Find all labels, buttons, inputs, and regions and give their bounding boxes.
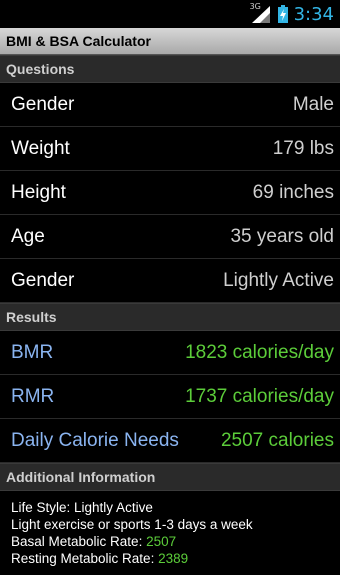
resting-rate-label: Resting Metabolic Rate: (11, 551, 159, 566)
basal-rate-line: Basal Metabolic Rate: 2507 (11, 533, 329, 550)
question-value: Lightly Active (223, 269, 334, 291)
question-label: Gender (11, 93, 75, 115)
basal-rate-value: 2507 (146, 534, 177, 549)
result-value: 1737 calories/day (185, 385, 334, 407)
results-header: Results (0, 303, 340, 331)
question-value: 179 lbs (272, 137, 334, 159)
result-value: 2507 calories (220, 429, 334, 451)
resting-rate-line: Resting Metabolic Rate: 2389 (11, 550, 329, 567)
clock: 3:34 (293, 3, 334, 25)
status-icons: 3G 3:34 (250, 2, 334, 26)
question-value: Male (292, 93, 334, 115)
questions-header-label: Questions (6, 61, 75, 77)
result-row-bmr: BMR 1823 calories/day (0, 331, 340, 375)
question-row-height[interactable]: Height 69 inches (0, 171, 340, 215)
result-label: Daily Calorie Needs (11, 429, 179, 451)
question-label: Gender (11, 269, 75, 291)
question-row-age[interactable]: Age 35 years old (0, 215, 340, 259)
lifestyle-text: Life Style: Lightly Active (11, 500, 153, 515)
question-row-weight[interactable]: Weight 179 lbs (0, 127, 340, 171)
signal-icon: 3G (249, 2, 272, 24)
result-row-rmr: RMR 1737 calories/day (0, 375, 340, 419)
question-label: Age (11, 225, 45, 247)
additional-info-header: Additional Information (0, 463, 340, 491)
result-row-daily-calories: Daily Calorie Needs 2507 calories (0, 419, 340, 463)
question-row-gender[interactable]: Gender Male (0, 83, 340, 127)
result-label: BMR (11, 341, 54, 363)
question-value: 35 years old (230, 225, 334, 247)
question-row-activity[interactable]: Gender Lightly Active (0, 259, 340, 303)
additional-info-body: Life Style: Lightly Active Light exercis… (0, 491, 340, 575)
question-label: Weight (11, 137, 70, 159)
network-type: 3G (249, 2, 261, 11)
question-value: 69 inches (252, 181, 334, 203)
resting-rate-value: 2389 (158, 551, 189, 566)
battery-icon (277, 5, 288, 23)
exercise-text: Light exercise or sports 1-3 days a week (11, 517, 253, 532)
result-value: 1823 calories/day (185, 341, 334, 363)
app-title: BMI & BSA Calculator (6, 33, 151, 49)
basal-rate-label: Basal Metabolic Rate: (11, 534, 147, 549)
questions-header: Questions (0, 55, 340, 83)
app-title-bar: BMI & BSA Calculator (0, 28, 340, 55)
results-header-label: Results (6, 309, 57, 325)
additional-info-header-label: Additional Information (6, 469, 156, 485)
result-label: RMR (11, 385, 55, 407)
question-label: Height (11, 181, 66, 203)
status-bar: 3G 3:34 (0, 0, 340, 28)
